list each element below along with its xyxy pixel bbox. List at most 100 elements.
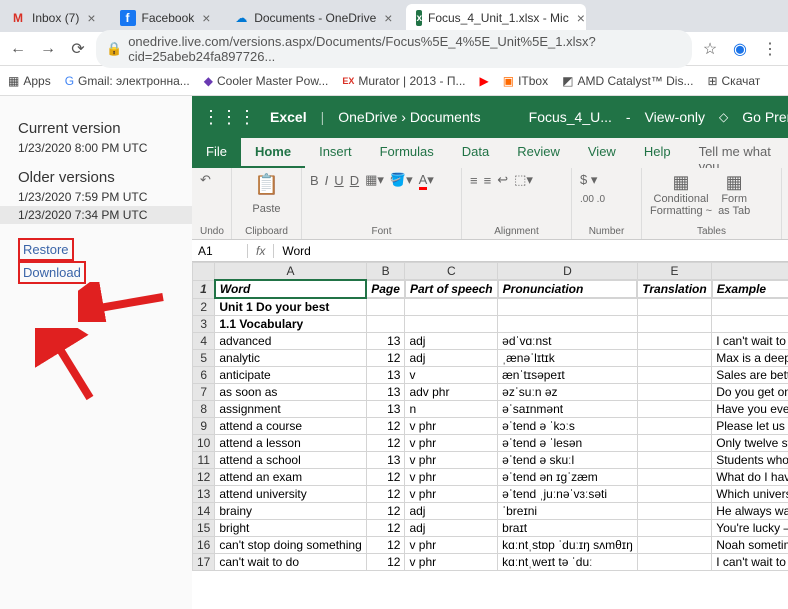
cell[interactable]: v	[405, 367, 498, 384]
row-header[interactable]: 4	[193, 333, 215, 350]
menu-icon[interactable]: ⋮	[758, 39, 782, 59]
tab-help[interactable]: Help	[630, 138, 685, 168]
cell[interactable]	[712, 298, 788, 316]
cell[interactable]: Word	[215, 280, 366, 298]
cell[interactable]: Which university would you most like to …	[712, 486, 788, 503]
name-box[interactable]: A1	[192, 244, 248, 258]
cell[interactable]: Only twelve students attended the lesson…	[712, 435, 788, 452]
formula-bar[interactable]: Word	[274, 244, 318, 258]
row-header[interactable]: 2	[193, 298, 215, 316]
tab-insert[interactable]: Insert	[305, 138, 366, 168]
wrap-button[interactable]: ↩	[497, 172, 508, 188]
cell[interactable]	[637, 537, 711, 554]
cell[interactable]: 1.1 Vocabulary	[215, 316, 366, 333]
row-header[interactable]: 15	[193, 520, 215, 537]
cell[interactable]: əˈtend ˌjuːnəˈvɜːsəti	[498, 486, 638, 503]
cell[interactable]: advanced	[215, 333, 366, 350]
cell[interactable]: 13	[366, 367, 405, 384]
cell[interactable]: ˌænəˈlɪtɪk	[498, 350, 638, 367]
decimal-button[interactable]: .00 .0	[580, 194, 605, 205]
row-header[interactable]: 8	[193, 401, 215, 418]
cell[interactable]	[498, 316, 638, 333]
select-all-cell[interactable]	[193, 263, 215, 281]
tab-home[interactable]: Home	[241, 138, 305, 168]
cell[interactable]: v phr	[405, 452, 498, 469]
column-header[interactable]: D	[498, 263, 638, 281]
italic-button[interactable]: I	[325, 173, 329, 188]
cell[interactable]: What do I have to I do if I am unable to…	[712, 469, 788, 486]
cell[interactable]: n	[405, 401, 498, 418]
tab-data[interactable]: Data	[448, 138, 503, 168]
cell[interactable]: 12	[366, 418, 405, 435]
cell[interactable]: attend a course	[215, 418, 366, 435]
cell[interactable]	[637, 486, 711, 503]
bookmark-item[interactable]: ▣ITbox	[503, 74, 548, 88]
cell[interactable]: 12	[366, 486, 405, 503]
row-header[interactable]: 5	[193, 350, 215, 367]
cell[interactable]	[498, 298, 638, 316]
fx-icon[interactable]: fx	[248, 244, 274, 258]
cell[interactable]: adj	[405, 333, 498, 350]
cell[interactable]: Max is a deep thinker and an analytic le…	[712, 350, 788, 367]
column-header[interactable]: E	[637, 263, 711, 281]
row-header[interactable]: 13	[193, 486, 215, 503]
dunderline-button[interactable]: D	[350, 173, 359, 188]
column-header[interactable]: F	[712, 263, 788, 281]
font-color-button[interactable]: A▾	[419, 172, 434, 188]
spreadsheet-grid[interactable]: ABCDEF1WordPagePart of speechPronunciati…	[192, 262, 788, 609]
reload-button[interactable]: ⟳	[66, 39, 90, 59]
cell[interactable]: 12	[366, 554, 405, 571]
cell[interactable]: v phr	[405, 435, 498, 452]
browser-tab-active[interactable]: x Focus_4_Unit_1.xlsx - Mic ×	[406, 4, 586, 32]
row-header[interactable]: 9	[193, 418, 215, 435]
star-icon[interactable]: ☆	[698, 39, 722, 59]
cell[interactable]	[637, 435, 711, 452]
cell[interactable]: Noah sometimes gets into trouble in clas…	[712, 537, 788, 554]
cell[interactable]	[637, 503, 711, 520]
align-top-button[interactable]: ≡	[470, 173, 478, 188]
cell[interactable]: can't stop doing something	[215, 537, 366, 554]
cell[interactable]: Do you get on with your homework as soon…	[712, 384, 788, 401]
cell[interactable]	[637, 520, 711, 537]
column-header[interactable]: A	[215, 263, 366, 281]
cell[interactable]: 13	[366, 401, 405, 418]
address-bar[interactable]: 🔒 onedrive.live.com/versions.aspx/Docume…	[96, 30, 692, 68]
tell-me-input[interactable]: Tell me what you	[685, 138, 788, 168]
bookmark-item[interactable]: ▶	[480, 74, 489, 88]
row-header[interactable]: 14	[193, 503, 215, 520]
cell[interactable]	[366, 298, 405, 316]
cell[interactable]: attend a lesson	[215, 435, 366, 452]
cell[interactable]: attend an exam	[215, 469, 366, 486]
cell[interactable]	[637, 384, 711, 401]
cell[interactable]	[637, 333, 711, 350]
cell[interactable]	[637, 316, 711, 333]
close-icon[interactable]: ×	[85, 10, 97, 26]
cell[interactable]: 12	[366, 503, 405, 520]
column-header[interactable]: C	[405, 263, 498, 281]
cell[interactable]: əˈtend ə ˈlesən	[498, 435, 638, 452]
cell[interactable]: əˈsaɪnmənt	[498, 401, 638, 418]
bookmark-item[interactable]: EXMurator | 2013 - П...	[342, 74, 465, 88]
apps-button[interactable]: ▦Apps	[8, 74, 51, 88]
align-mid-button[interactable]: ≡	[484, 173, 492, 188]
cell[interactable]	[366, 316, 405, 333]
tab-file[interactable]: File	[192, 138, 241, 168]
cell[interactable]: I can't wait to tackle some advanced Mat…	[712, 333, 788, 350]
row-header[interactable]: 17	[193, 554, 215, 571]
cell[interactable]: 12	[366, 435, 405, 452]
row-header[interactable]: 11	[193, 452, 215, 469]
browser-tab[interactable]: M Inbox (7) ×	[0, 4, 108, 32]
cell[interactable]: Translation	[637, 280, 711, 298]
cell[interactable]	[637, 401, 711, 418]
cell[interactable]: Pronunciation	[498, 280, 638, 298]
cell[interactable]: v phr	[405, 469, 498, 486]
cell[interactable]	[637, 469, 711, 486]
number-format-button[interactable]: $ ▾	[580, 172, 597, 188]
bold-button[interactable]: B	[310, 173, 319, 188]
cell[interactable]: Sales are better than anticipated.	[712, 367, 788, 384]
cell[interactable]: əˈtend ə skuːl	[498, 452, 638, 469]
cell[interactable]: 13	[366, 384, 405, 401]
cell[interactable]	[637, 298, 711, 316]
cell[interactable]: ˈbreɪni	[498, 503, 638, 520]
cell[interactable]: 12	[366, 350, 405, 367]
